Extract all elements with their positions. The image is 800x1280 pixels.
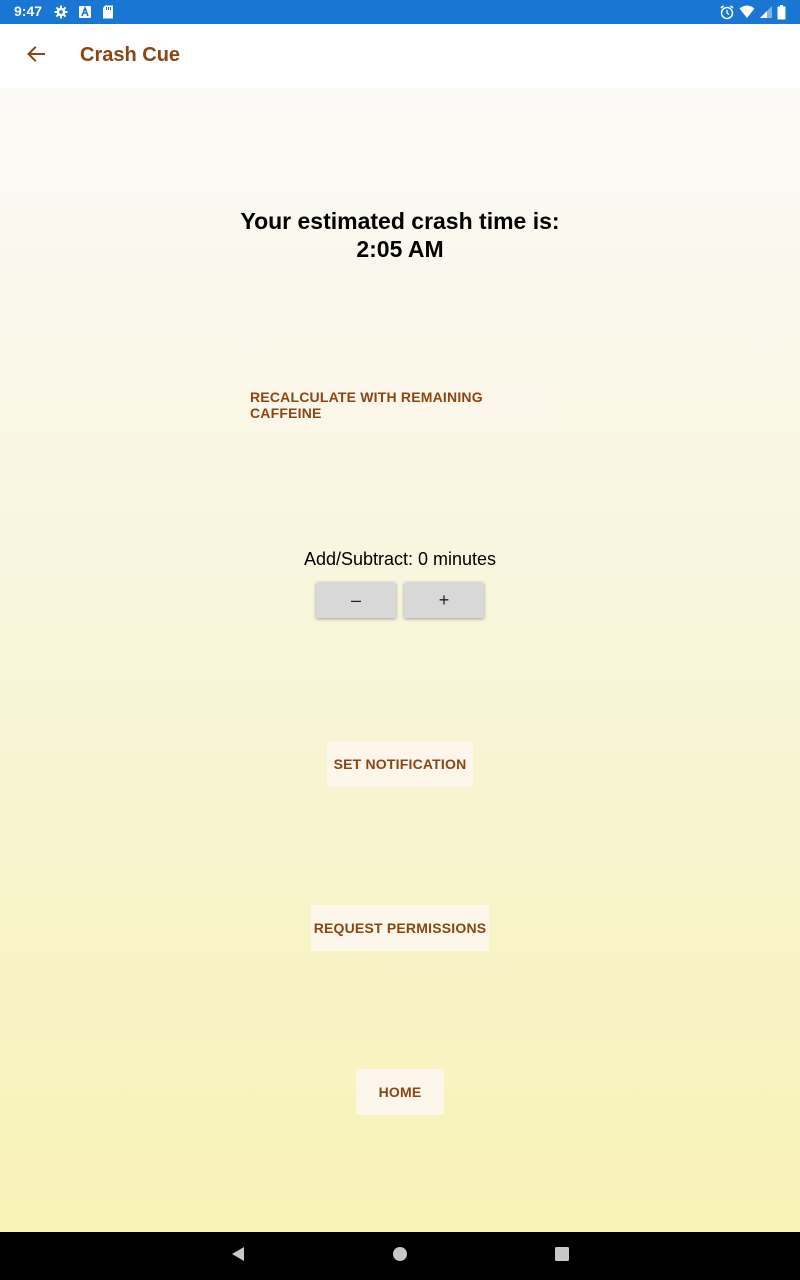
status-left-icons: [54, 4, 114, 20]
status-bar: 9:47: [0, 0, 800, 24]
signal-icon: [759, 5, 773, 19]
nav-recents-icon: [554, 1246, 570, 1267]
nav-home-button[interactable]: [388, 1244, 412, 1268]
crash-time-value: 2:05 AM: [356, 236, 444, 262]
nav-recents-button[interactable]: [550, 1244, 574, 1268]
main-content: Your estimated crash time is: 2:05 AM RE…: [0, 88, 800, 1232]
a-icon: [78, 5, 92, 19]
sd-card-icon: [102, 5, 114, 19]
arrow-back-icon: [26, 44, 46, 69]
app-title: Crash Cue: [80, 44, 181, 66]
nav-back-icon: [229, 1245, 247, 1268]
home-button[interactable]: HOME: [356, 1069, 444, 1115]
nav-back-button[interactable]: [226, 1244, 250, 1268]
request-permissions-button[interactable]: REQUEST PERMISSIONS: [311, 905, 489, 951]
add-minutes-button[interactable]: +: [404, 582, 484, 618]
app-bar: Crash Cue: [0, 24, 800, 88]
screen: 9:47 Crash Cue Your estimated crash time…: [0, 0, 800, 1280]
subtract-minutes-button[interactable]: –: [316, 582, 396, 618]
crash-time-heading: Your estimated crash time is:: [240, 208, 560, 234]
status-right-icons: [719, 4, 786, 20]
navigation-bar: [0, 1232, 800, 1280]
status-time: 9:47: [14, 3, 43, 19]
back-button[interactable]: [14, 34, 58, 78]
nav-home-icon: [392, 1246, 408, 1267]
settings-icon: [54, 5, 68, 19]
battery-icon: [777, 4, 786, 20]
recalculate-button[interactable]: RECALCULATE WITH REMAINING CAFFEINE: [250, 382, 550, 428]
wifi-icon: [739, 5, 755, 19]
adjust-minutes-label: Add/Subtract: 0 minutes: [303, 549, 497, 569]
alarm-icon: [719, 4, 735, 20]
set-notification-button[interactable]: SET NOTIFICATION: [327, 741, 473, 787]
